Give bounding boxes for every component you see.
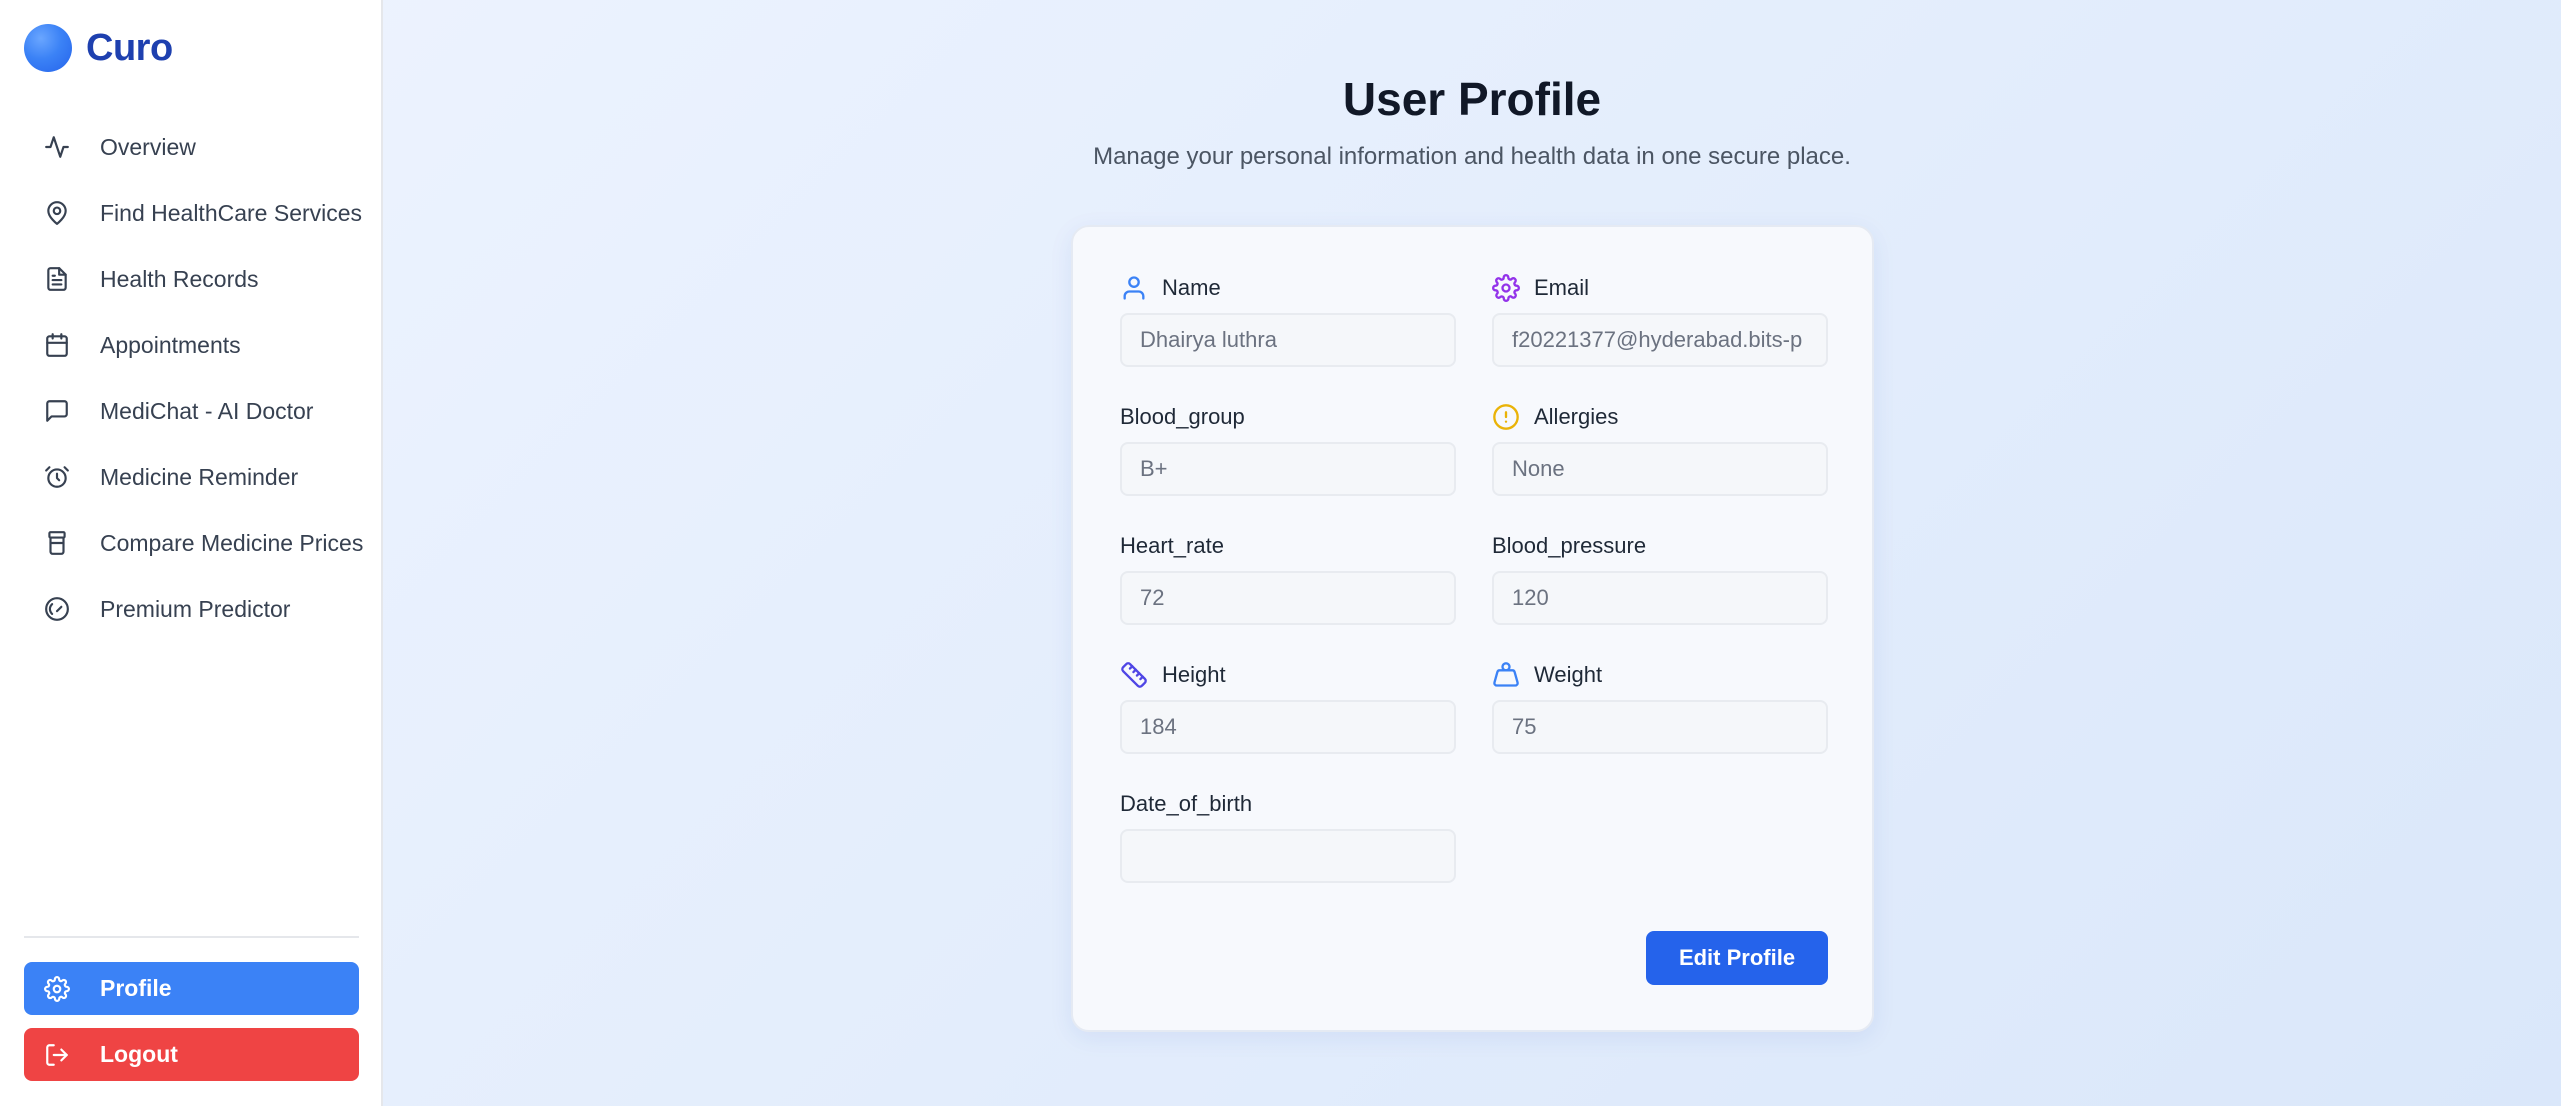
blood-group-label: Blood_group: [1120, 404, 1245, 429]
sidebar-item-label: Health Records: [100, 265, 259, 292]
sidebar-item-medichat[interactable]: MediChat - AI Doctor: [24, 378, 359, 444]
name-field: Name: [1120, 273, 1456, 367]
logo-icon: [24, 24, 72, 72]
profile-label: Profile: [100, 975, 172, 1001]
allergies-label: Allergies: [1534, 404, 1619, 429]
height-field: Height: [1120, 660, 1456, 754]
sidebar-item-overview[interactable]: Overview: [24, 114, 359, 180]
email-input[interactable]: [1492, 313, 1828, 367]
allergies-field: Allergies: [1492, 402, 1828, 496]
user-icon: [1120, 274, 1148, 302]
date-of-birth-input[interactable]: [1120, 829, 1456, 883]
alarm-clock-icon: [44, 464, 70, 490]
sidebar-item-appointments[interactable]: Appointments: [24, 312, 359, 378]
heart-rate-label: Heart_rate: [1120, 533, 1224, 558]
sidebar-item-label: Overview: [100, 133, 196, 160]
message-square-icon: [44, 398, 70, 424]
sidebar-item-find-healthcare[interactable]: Find HealthCare Services: [24, 180, 363, 246]
logout-icon: [44, 1042, 70, 1068]
sidebar-divider: [24, 936, 359, 938]
blood-pressure-input[interactable]: [1492, 571, 1828, 625]
edit-profile-button[interactable]: Edit Profile: [1646, 931, 1828, 985]
weight-input[interactable]: [1492, 700, 1828, 754]
blood-group-field: Blood_group: [1120, 402, 1456, 496]
date-of-birth-field: Date_of_birth: [1120, 789, 1456, 883]
date-of-birth-label: Date_of_birth: [1120, 791, 1253, 816]
name-label: Name: [1162, 275, 1221, 300]
name-input[interactable]: [1120, 313, 1456, 367]
email-field: Email: [1492, 273, 1828, 367]
sidebar-item-label: Find HealthCare Services: [100, 199, 363, 226]
sidebar-item-label: Premium Predictor: [100, 595, 291, 622]
heart-rate-input[interactable]: [1120, 571, 1456, 625]
weight-icon: [1492, 661, 1520, 689]
email-label: Email: [1534, 275, 1590, 300]
blood-pressure-label: Blood_pressure: [1492, 533, 1647, 558]
ruler-icon: [1120, 661, 1148, 689]
allergies-input[interactable]: [1492, 442, 1828, 496]
sidebar-item-label: MediChat - AI Doctor: [100, 397, 314, 424]
sidebar-item-medicine-reminder[interactable]: Medicine Reminder: [24, 444, 359, 510]
sidebar-item-health-records[interactable]: Health Records: [24, 246, 359, 312]
gauge-icon: [44, 596, 70, 622]
sidebar: Curo Overview Find HealthCare Services H…: [0, 0, 383, 1106]
map-pin-icon: [44, 200, 70, 226]
weight-label: Weight: [1534, 662, 1603, 687]
sidebar-item-compare-prices[interactable]: Compare Medicine Prices: [24, 510, 363, 576]
profile-card: Name Email Blood_group Allergies Heart_r…: [1071, 225, 1874, 1032]
page-title: User Profile: [1342, 73, 1602, 125]
brand[interactable]: Curo: [24, 24, 173, 72]
sidebar-item-label: Medicine Reminder: [100, 463, 299, 490]
pill-bottle-icon: [44, 530, 70, 556]
blood-group-input[interactable]: [1120, 442, 1456, 496]
alert-circle-icon: [1492, 403, 1520, 431]
gear-icon: [44, 975, 70, 1002]
heart-rate-field: Heart_rate: [1120, 531, 1456, 625]
blood-pressure-field: Blood_pressure: [1492, 531, 1828, 625]
weight-field: Weight: [1492, 660, 1828, 754]
calendar-icon: [44, 332, 70, 358]
logout-button[interactable]: Logout: [24, 1028, 359, 1081]
activity-icon: [44, 134, 70, 160]
sidebar-nav: Overview Find HealthCare Services Health…: [24, 114, 363, 642]
height-label: Height: [1162, 662, 1226, 687]
logout-label: Logout: [100, 1041, 178, 1067]
profile-button[interactable]: Profile: [24, 962, 359, 1015]
app-name: Curo: [86, 26, 173, 69]
sidebar-item-label: Appointments: [100, 331, 241, 358]
height-input[interactable]: [1120, 700, 1456, 754]
gear-icon: [1492, 274, 1520, 302]
sidebar-item-premium-predictor[interactable]: Premium Predictor: [24, 576, 359, 642]
file-text-icon: [44, 266, 70, 292]
sidebar-item-label: Compare Medicine Prices: [100, 529, 364, 556]
page-subtitle: Manage your personal information and hea…: [1093, 143, 1851, 170]
